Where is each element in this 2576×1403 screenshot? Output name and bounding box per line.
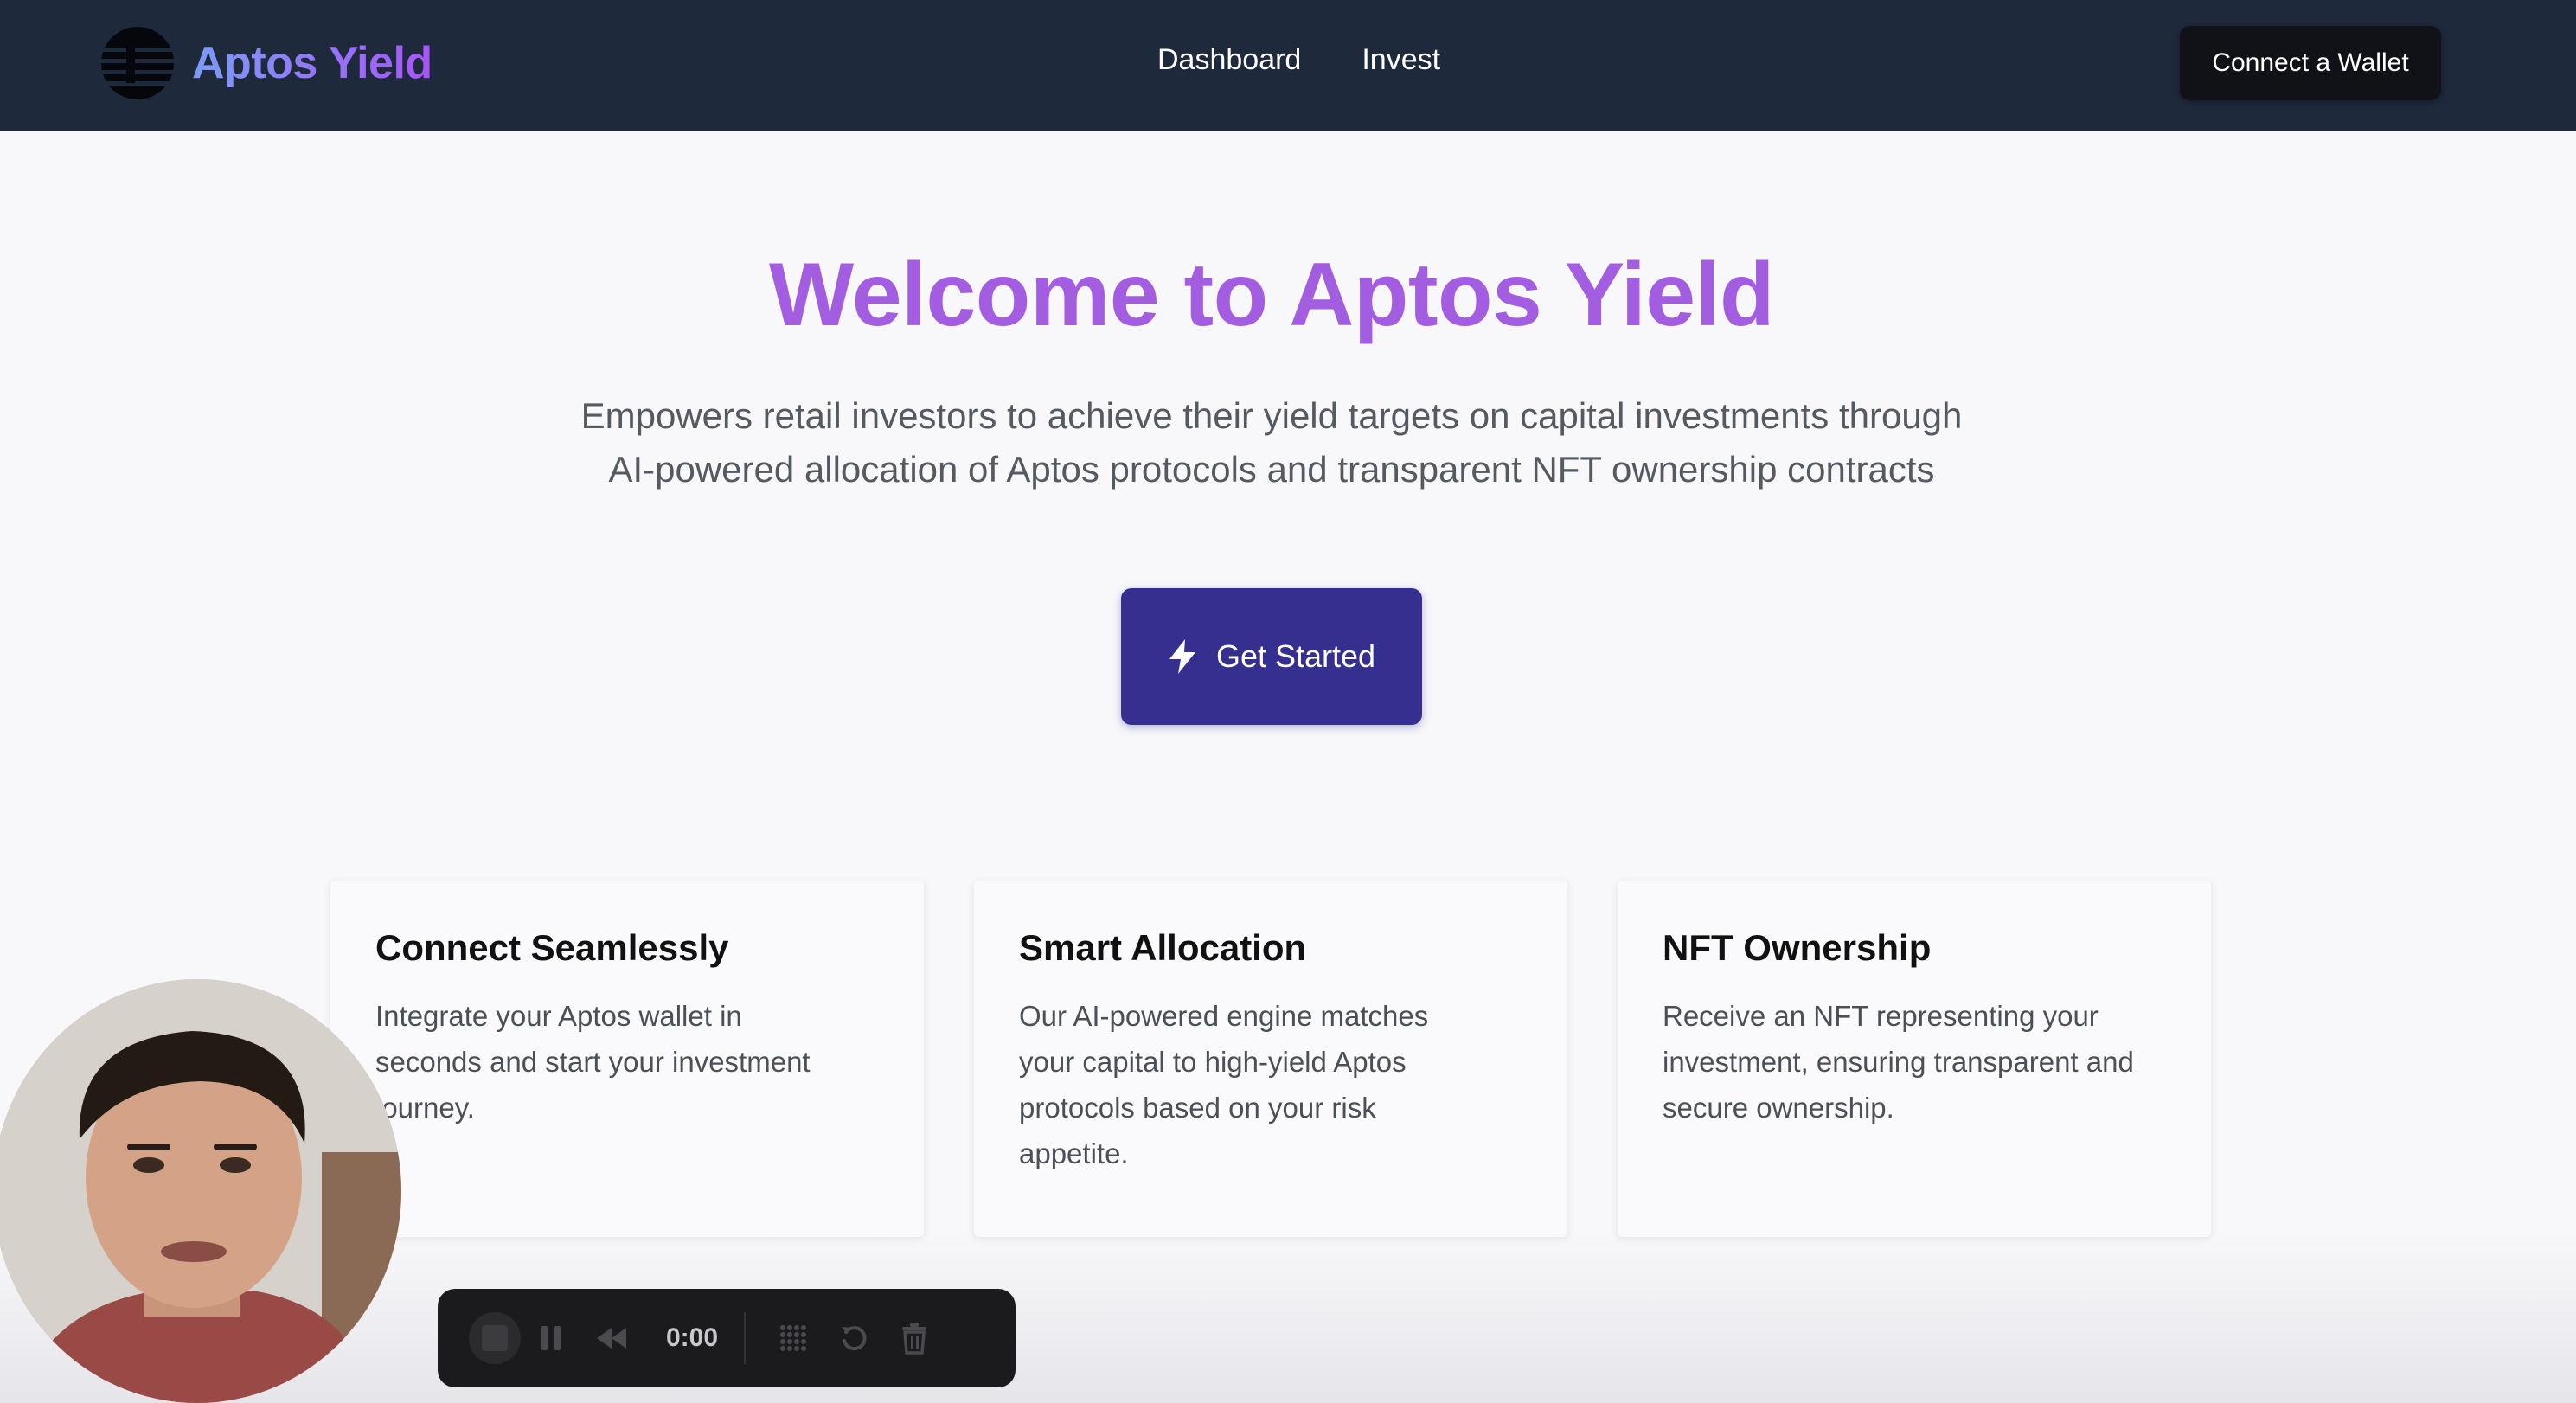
- feature-card-line: Integrate your Aptos wallet in: [375, 1000, 742, 1032]
- feature-card-line: secure ownership.: [1663, 1092, 1894, 1124]
- stop-recording-button[interactable]: [469, 1312, 521, 1364]
- feature-card-line: appetite.: [1019, 1137, 1129, 1169]
- pause-icon: [541, 1326, 561, 1350]
- hero-title: Welcome to Aptos Yield: [768, 245, 1775, 345]
- get-started-label: Get Started: [1215, 638, 1376, 674]
- feature-card-description: Our AI-powered engine matches your capit…: [1019, 993, 1522, 1176]
- delete-button[interactable]: [884, 1312, 945, 1364]
- lightning-bolt-icon: [1169, 639, 1195, 674]
- feature-card-title: Smart Allocation: [1019, 927, 1307, 968]
- hero-subtitle: Empowers retail investors to achieve the…: [519, 389, 2024, 496]
- rewind-icon: [597, 1328, 626, 1349]
- brand-logo[interactable]: Aptos Yield: [100, 26, 433, 100]
- hero-subtitle-line-1: Empowers retail investors to achieve the…: [580, 395, 1963, 436]
- feature-card-line: investment, ensuring transparent and: [1663, 1046, 2134, 1078]
- pause-button[interactable]: [521, 1312, 581, 1364]
- grid-button[interactable]: [763, 1312, 823, 1364]
- feature-card-title: Connect Seamlessly: [375, 927, 729, 968]
- feature-card-line: your capital to high-yield Aptos: [1019, 1046, 1407, 1078]
- grid-icon: [780, 1325, 807, 1351]
- feature-card-line: Receive an NFT representing your: [1663, 1000, 2099, 1032]
- webcam-bubble[interactable]: [0, 979, 401, 1403]
- feature-card-line: protocols based on your risk: [1019, 1092, 1376, 1124]
- feature-card-connect-seamlessly: Connect Seamlessly Integrate your Aptos …: [330, 881, 924, 1237]
- nav-link-dashboard[interactable]: Dashboard: [1157, 43, 1301, 77]
- feature-card-nft-ownership: NFT Ownership Receive an NFT representin…: [1618, 881, 2211, 1237]
- trash-icon: [902, 1323, 927, 1355]
- feature-card-line: Our AI-powered engine matches: [1019, 1000, 1429, 1032]
- aptos-logo-icon: [100, 27, 175, 99]
- presenter-video-frame: [0, 979, 401, 1403]
- feature-card-smart-allocation: Smart Allocation Our AI-powered engine m…: [974, 881, 1567, 1237]
- feature-card-description: Integrate your Aptos wallet in seconds a…: [375, 993, 879, 1131]
- restart-icon: [842, 1326, 867, 1351]
- toolbar-divider: [744, 1312, 747, 1364]
- feature-card-title: NFT Ownership: [1663, 927, 1932, 968]
- restart-button[interactable]: [823, 1312, 884, 1364]
- brand-name: Aptos Yield: [192, 38, 433, 88]
- hero-subtitle-line-2: AI-powered allocation of Aptos protocols…: [608, 449, 1935, 490]
- feature-card-description: Receive an NFT representing your investm…: [1663, 993, 2166, 1131]
- feature-card-line: journey.: [375, 1092, 475, 1124]
- feature-card-line: seconds and start your investment: [375, 1046, 811, 1078]
- recording-timer: 0:00: [666, 1323, 719, 1352]
- main-nav: Dashboard Invest: [1157, 43, 1440, 77]
- nav-link-invest[interactable]: Invest: [1362, 43, 1440, 77]
- screen-recorder-toolbar: 0:00: [438, 1289, 1016, 1387]
- rewind-button[interactable]: [581, 1312, 642, 1364]
- stop-icon: [482, 1325, 508, 1351]
- get-started-button[interactable]: Get Started: [1121, 588, 1422, 725]
- connect-wallet-button[interactable]: Connect a Wallet: [2180, 26, 2441, 100]
- top-navbar: Aptos Yield Dashboard Invest Connect a W…: [0, 0, 2576, 131]
